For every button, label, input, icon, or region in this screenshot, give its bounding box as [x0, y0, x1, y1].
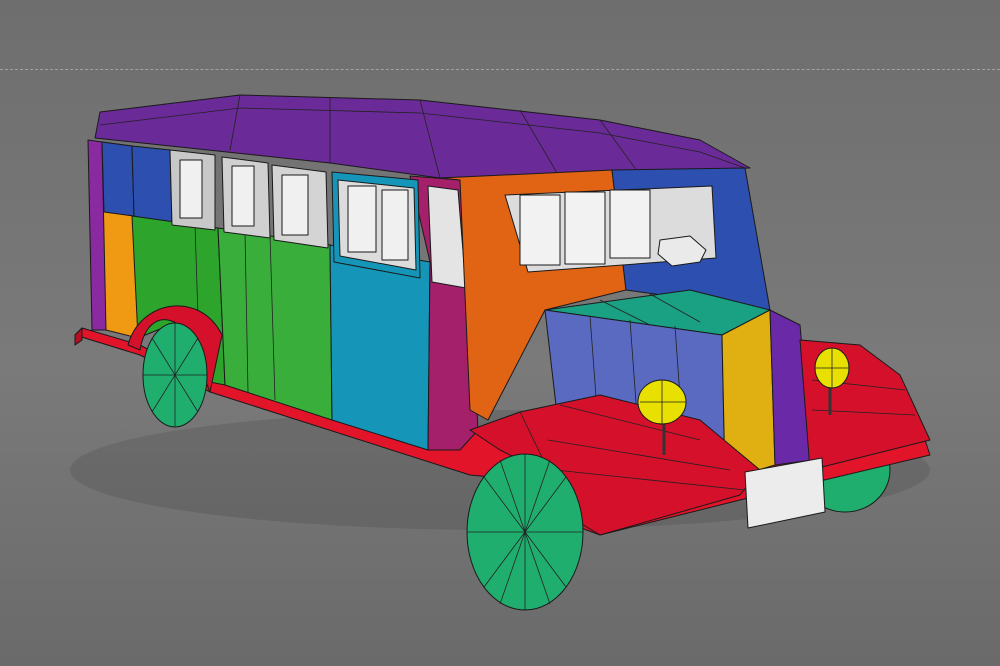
3d-viewport[interactable] [0, 0, 1000, 666]
rear-wheel [142, 322, 208, 428]
front-wheel [466, 453, 584, 611]
bus-model[interactable] [0, 0, 1000, 666]
